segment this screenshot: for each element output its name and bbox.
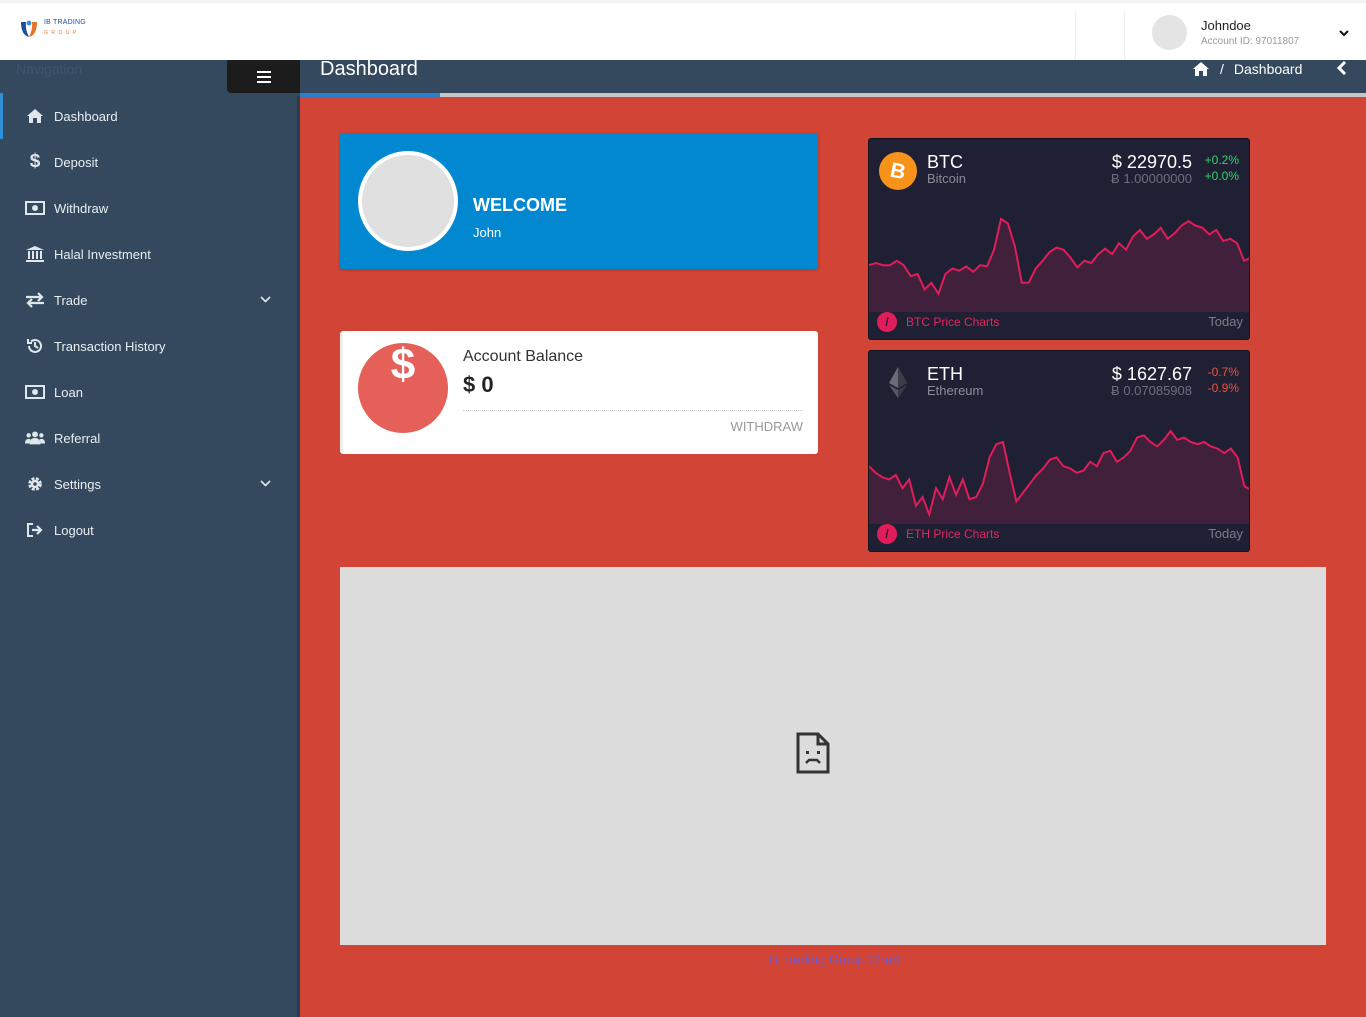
sidebar-item-logout[interactable]: Logout [0, 507, 297, 553]
sidebar-item-label: Settings [54, 476, 101, 492]
chevron-down-icon[interactable] [260, 478, 271, 489]
home-icon[interactable] [1192, 61, 1210, 77]
btc-price-widget[interactable]: B BTC Bitcoin $ 22970.5 Ƀ 1.00000000 +0.… [868, 138, 1250, 340]
avatar[interactable] [1152, 15, 1187, 50]
money-icon [25, 382, 45, 402]
coin-symbol: ETH [927, 364, 963, 384]
breadcrumb-current[interactable]: Dashboard [1234, 61, 1303, 77]
coin-name: Ethereum [927, 383, 984, 398]
breadcrumb-separator: / [1220, 60, 1224, 77]
coin-symbol: BTC [927, 152, 963, 172]
sidebar-item-label: Withdraw [54, 200, 109, 216]
account-id: Account ID: 97011807 [1201, 36, 1300, 47]
sidebar-item-loan[interactable]: Loan [0, 369, 297, 415]
logo-line-1: IB TRADING [44, 19, 86, 26]
coin-price-btc: Ƀ 1.00000000 [1111, 171, 1192, 186]
sidebar-item-deposit[interactable]: $ Deposit [0, 139, 297, 185]
account-balance-card: $ Account Balance $ 0 WITHDRAW [340, 331, 818, 454]
sidebar-item-trade[interactable]: Trade [0, 277, 297, 323]
welcome-name: John [473, 225, 502, 240]
header-divider [1075, 11, 1076, 61]
title-underline-track [300, 93, 1366, 97]
user-menu[interactable]: Johndoe Account ID: 97011807 [1152, 15, 1299, 50]
menu-toggle-button[interactable] [227, 60, 300, 93]
sidebar-item-halal-investment[interactable]: Halal Investment [0, 231, 297, 277]
divider [463, 410, 803, 411]
sidebar-item-label: Logout [54, 522, 94, 538]
sidebar-item-dashboard[interactable]: Dashboard [0, 93, 297, 139]
money-icon [25, 198, 45, 218]
price-chart-link[interactable]: BTC Price Charts [906, 315, 999, 329]
ethereum-icon [879, 364, 917, 402]
page-title: Dashboard [320, 58, 418, 80]
title-underline [300, 93, 440, 97]
eth-price-widget[interactable]: ETH Ethereum $ 1627.67 Ƀ 0.07085908 -0.7… [868, 350, 1250, 552]
users-icon [25, 428, 45, 448]
price-chart-brand-icon: / [877, 524, 897, 544]
change-usd: +0.2% [1204, 153, 1239, 167]
hamburger-icon [256, 70, 271, 83]
dollar-icon: $ [358, 343, 448, 433]
change-usd: -0.7% [1207, 365, 1239, 379]
dollar-icon: $ [29, 151, 41, 172]
nav-list: Dashboard $ Deposit Withdraw Halal Inves… [0, 93, 297, 553]
welcome-card: WELCOME John [340, 133, 818, 269]
balance-value: $ 0 [463, 372, 494, 397]
history-icon [25, 336, 45, 356]
exchange-icon [25, 290, 45, 310]
broken-page-icon [796, 732, 830, 774]
change-btc: +0.0% [1204, 169, 1239, 183]
home-icon [25, 106, 45, 126]
chart-range: Today [1208, 526, 1243, 541]
price-chart-link[interactable]: ETH Price Charts [906, 527, 999, 541]
user-name: Johndoe [1201, 18, 1251, 33]
brand-logo[interactable]: IB TRADING GROUP [18, 17, 86, 39]
avatar [358, 151, 458, 251]
sparkline-area [869, 219, 1249, 312]
gear-icon [25, 474, 45, 494]
coin-price-btc: Ƀ 0.07085908 [1111, 383, 1192, 398]
chart-caption-link[interactable]: IB Trading Group Chart [0, 952, 1366, 967]
coin-name: Bitcoin [927, 171, 967, 186]
sidebar-item-settings[interactable]: Settings [0, 461, 297, 507]
logout-icon [25, 520, 45, 540]
sidebar-item-label: Transaction History [54, 338, 166, 354]
sidebar-item-label: Dashboard [54, 108, 118, 124]
change-btc: -0.9% [1207, 381, 1239, 395]
chart-range: Today [1208, 314, 1243, 329]
bitcoin-icon: B [879, 152, 917, 190]
svg-text:B: B [888, 160, 908, 182]
header-divider [1124, 11, 1125, 61]
btc-sparkline [869, 217, 1249, 312]
chevron-down-icon[interactable] [260, 294, 271, 305]
balance-label: Account Balance [463, 348, 584, 365]
sparkline-area [869, 431, 1249, 524]
sidebar-item-label: Halal Investment [54, 246, 151, 262]
sidebar-item-transaction-history[interactable]: Transaction History [0, 323, 297, 369]
trading-chart-frame[interactable] [340, 567, 1326, 945]
coin-price-usd: $ 22970.5 [1111, 152, 1192, 172]
sidebar-item-label: Trade [54, 292, 88, 308]
price-chart-brand-icon: / [877, 312, 897, 332]
chevron-left-icon[interactable] [1335, 61, 1349, 75]
sidebar-item-label: Deposit [54, 154, 99, 170]
logo-line-2: GROUP [44, 30, 80, 36]
breadcrumb: / Dashboard [1192, 60, 1302, 77]
chevron-down-icon[interactable] [1338, 27, 1350, 39]
nav-caption: Navigation [16, 61, 83, 77]
top-header: IB TRADING GROUP Johndoe Account ID: 970… [0, 0, 1366, 61]
eth-sparkline [869, 429, 1249, 524]
sidebar-item-withdraw[interactable]: Withdraw [0, 185, 297, 231]
sidebar-item-label: Referral [54, 430, 101, 446]
withdraw-link[interactable]: WITHDRAW [731, 419, 803, 434]
sidebar-item-referral[interactable]: Referral [0, 415, 297, 461]
logo-mark-icon [18, 17, 40, 39]
sidebar-item-label: Loan [54, 384, 83, 400]
sidebar: Navigation Dashboard $ Deposit Withdraw … [0, 60, 300, 1017]
welcome-title: WELCOME [473, 195, 567, 215]
bank-icon [25, 244, 45, 264]
coin-price-usd: $ 1627.67 [1111, 364, 1192, 384]
